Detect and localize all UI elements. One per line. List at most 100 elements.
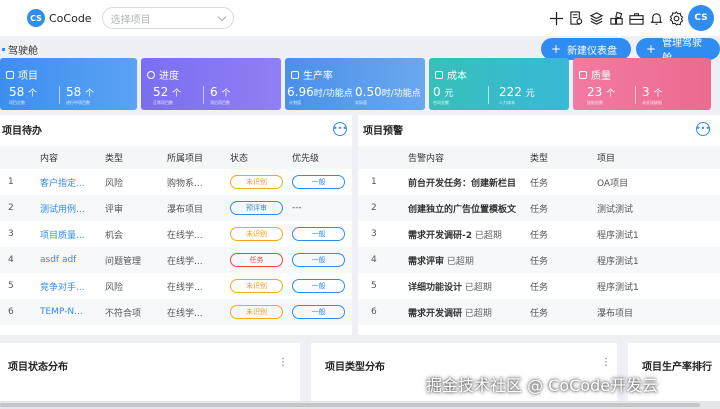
stat-value: 58 [9, 85, 25, 99]
folder-icon [6, 70, 14, 79]
stat-card-cost[interactable]: 成本 0 元 合同金额 222 元 人力成本 [429, 58, 569, 110]
kebab-menu-icon[interactable]: ⋮ [278, 357, 288, 368]
todo-content-link[interactable]: asdf adf [40, 247, 105, 273]
scrollbar-thumb[interactable] [0, 403, 700, 407]
table-row[interactable]: 3 项目质量... 机会 在线学... 未识别 一般 [0, 221, 352, 247]
user-avatar[interactable]: CS [688, 5, 714, 31]
project-select[interactable]: 选择项目 [101, 7, 234, 29]
stat-card-title: 进度 [159, 71, 179, 82]
logo-icon: CS [27, 9, 45, 27]
app-logo[interactable]: CS CoCode [27, 9, 92, 27]
wallet-icon [435, 70, 443, 79]
apps-icon[interactable] [608, 10, 624, 26]
status-badge: 未识别 [230, 175, 283, 189]
status-badge: 未识别 [230, 279, 283, 293]
stat-unit: 个 [653, 89, 663, 99]
alert-overdue-label: 已超期 [446, 256, 474, 267]
column-header: 项目 [597, 146, 720, 169]
document-search-icon[interactable] [568, 10, 584, 26]
gear-icon[interactable] [668, 10, 684, 26]
add-icon[interactable] [548, 10, 564, 26]
row-index: 3 [371, 229, 377, 239]
chart-icon [291, 70, 299, 79]
stat-card-productivity[interactable]: 生产率 6.96时/功能点 计划值 0.50时/功能点 实际值 [285, 58, 425, 110]
alert-content[interactable]: 需求开发调研 [408, 309, 462, 319]
new-dashboard-button[interactable]: + 新建仪表盘 [541, 38, 631, 60]
stat-value: 0 [433, 85, 441, 99]
table-row[interactable]: 4 需求评审 已超期 任务 程序测试1 [358, 247, 720, 273]
row-index: 6 [0, 299, 40, 325]
table-row[interactable]: 5 竞争对手... 风险 在线学... 未识别 一般 [0, 273, 352, 299]
stat-unit: 时/功能点 [313, 89, 353, 99]
stat-unit: 个 [172, 89, 182, 99]
stat-value: 6.96 [287, 85, 314, 99]
table-row[interactable]: 1 客户指定... 风险 购物系... 未识别 一般 [0, 169, 352, 195]
column-header: 所属项目 [167, 146, 230, 169]
top-bar: CS CoCode 选择项目 CS [0, 0, 720, 36]
todo-project: 在线学... [167, 282, 203, 293]
todo-content-link[interactable]: 竞争对手... [40, 273, 105, 299]
todo-content-link[interactable]: 测试用例... [40, 195, 105, 221]
stat-sub-label: 实际值 [355, 100, 367, 105]
row-index: 6 [358, 299, 408, 325]
table-row[interactable]: 1 前台开发任务：创建新栏目 任务 OA项目 [358, 169, 720, 195]
toolbox-icon[interactable] [628, 10, 644, 26]
stat-card-quality[interactable]: 质量 23 个 缺陷总数 3 个 未关闭缺陷 [573, 58, 711, 110]
divider [59, 86, 60, 104]
alert-type: 任务 [530, 178, 549, 189]
divider [635, 86, 636, 104]
layers-icon[interactable] [588, 10, 604, 26]
more-icon[interactable]: ••• [696, 122, 710, 136]
table-row[interactable]: 3 需求开发调研-2 已超期 任务 程序测试1 [358, 221, 720, 247]
row-index: 1 [8, 177, 14, 187]
toolbar-icons: CS [548, 5, 714, 31]
bell-icon[interactable] [648, 10, 664, 26]
column-header-index [0, 146, 40, 169]
alert-project: 测试测试 [597, 195, 720, 221]
todo-content-link[interactable]: TEMP-N... [40, 299, 105, 325]
priority-badge: 一般 [292, 279, 345, 293]
table-row[interactable]: 2 创建独立的广告位置模板文 任务 测试测试 [358, 195, 720, 221]
column-header: 类型 [105, 146, 167, 169]
more-icon[interactable]: ••• [333, 122, 347, 136]
stat-sub-label: 未关闭缺陷 [642, 100, 662, 105]
table-row[interactable]: 5 详细功能设计 已超期 任务 程序测试1 [358, 273, 720, 299]
stat-card-progress[interactable]: 进度 52 个 正常项目数 6 个 滞后项目数 [141, 58, 281, 110]
alert-content[interactable]: 创建独立的广告位置模板文 [408, 205, 516, 215]
alerts-panel: 项目预警 ••• 告警内容 类型 项目 1 前台开发任务：创建新栏目 任务 OA项目… [358, 115, 720, 335]
priority-badge: 一般 [292, 253, 345, 267]
horizontal-scrollbar[interactable] [0, 401, 720, 409]
divider [488, 86, 489, 104]
todo-content-link[interactable]: 客户指定... [40, 169, 105, 195]
stat-value: 52 [153, 85, 169, 99]
alert-overdue-label: 已超期 [474, 230, 502, 241]
todo-type: 不符合项 [105, 299, 167, 325]
alert-content[interactable]: 需求评审 [408, 257, 444, 267]
alert-content[interactable]: 前台开发任务：创建新栏目 [408, 179, 516, 189]
chevron-down-icon [217, 12, 226, 21]
table-row[interactable]: 2 测试用例... 评审 瀑布项目 预评审 --- [0, 195, 352, 221]
alert-project: OA项目 [597, 178, 629, 189]
plus-icon: + [551, 42, 562, 56]
alert-overdue-label: 已超期 [464, 308, 492, 319]
stat-card-title: 质量 [591, 71, 611, 82]
panel-title: 项目类型分布 [325, 362, 385, 373]
panel-title: 项目生产率排行 [642, 362, 712, 373]
stat-card-project[interactable]: 项目 58 个 项目总数 58 个 进行中项目数 [0, 58, 137, 110]
alert-type: 任务 [530, 247, 597, 273]
table-row[interactable]: 6 需求开发调研 已超期 任务 瀑布项目 [358, 299, 720, 325]
kebab-menu-icon[interactable]: ⋮ [601, 357, 611, 368]
alert-content[interactable]: 需求开发调研-2 [408, 231, 472, 241]
page-title: 驾驶舱 [8, 46, 38, 57]
stat-value: 3 [642, 85, 650, 99]
todo-content-link[interactable]: 项目质量... [40, 221, 105, 247]
alert-content[interactable]: 详细功能设计 [408, 283, 462, 293]
table-row[interactable]: 4 asdf adf 问题管理 在线学... 任务 一般 [0, 247, 352, 273]
stat-unit: 元 [525, 89, 535, 99]
alert-project: 程序测试1 [597, 282, 639, 293]
column-header: 内容 [40, 146, 105, 169]
manage-cockpit-button[interactable]: + 管理驾驶舱 [636, 38, 720, 64]
priority-empty: --- [292, 195, 352, 221]
alert-overdue-label: 已超期 [464, 282, 492, 293]
table-row[interactable]: 6 TEMP-N... 不符合项 在线学... 未识别 一般 [0, 299, 352, 325]
